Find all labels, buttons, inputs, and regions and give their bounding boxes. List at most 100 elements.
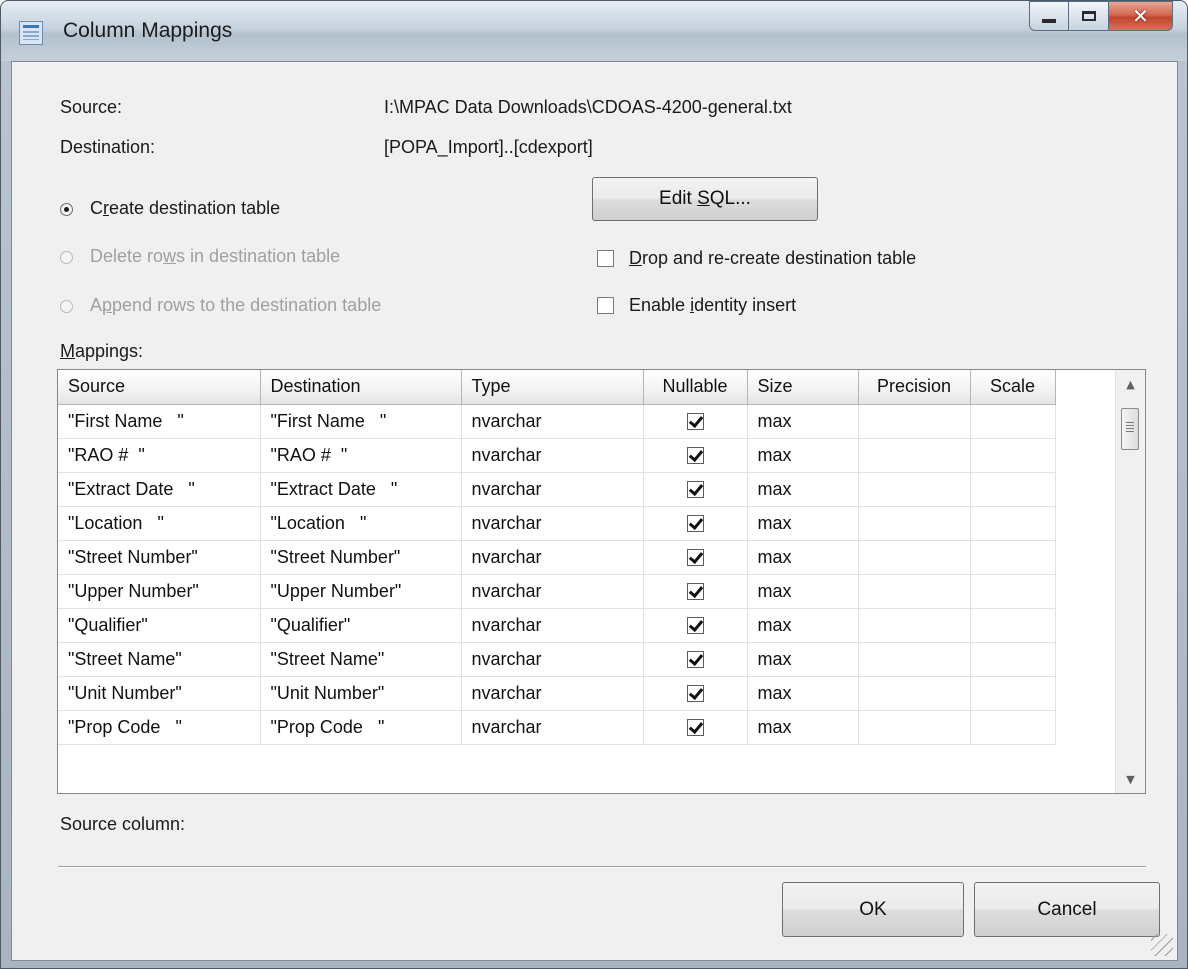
drop-recreate-option[interactable]: Drop and re-create destination table (597, 248, 1017, 274)
table-row[interactable]: "Street Name" "Street Name" nvarchar max (58, 642, 1056, 677)
resize-grip-icon[interactable] (1151, 934, 1173, 956)
cell-size[interactable]: max (747, 472, 859, 507)
cell-precision[interactable] (858, 710, 971, 745)
cell-size[interactable]: max (747, 710, 859, 745)
cell-precision[interactable] (858, 676, 971, 711)
cell-scale[interactable] (970, 506, 1056, 541)
table-row[interactable]: "Extract Date " "Extract Date " nvarchar ma… (58, 472, 1056, 507)
column-header-source[interactable]: Source (58, 370, 261, 405)
cell-type[interactable]: nvarchar (461, 506, 644, 541)
cell-scale[interactable] (970, 404, 1056, 439)
cell-destination[interactable]: "First Name " (260, 404, 462, 439)
create-table-option[interactable]: Create destination table (60, 198, 420, 224)
cell-nullable[interactable] (643, 540, 748, 575)
identity-insert-option[interactable]: Enable identity insert (597, 295, 897, 321)
cell-source[interactable]: "Upper Number" (58, 574, 261, 609)
mappings-grid[interactable]: Source Destination Type Nullable Size Pr… (57, 369, 1146, 794)
table-row[interactable]: "Unit Number" "Unit Number" nvarchar max (58, 676, 1056, 711)
cell-scale[interactable] (970, 574, 1056, 609)
nullable-checkbox[interactable] (686, 617, 704, 635)
nullable-checkbox[interactable] (686, 583, 704, 601)
cancel-button[interactable]: Cancel (974, 882, 1160, 937)
cell-scale[interactable] (970, 710, 1056, 745)
ok-button[interactable]: OK (782, 882, 964, 937)
minimize-button[interactable] (1029, 1, 1069, 31)
delete-rows-radio[interactable] (60, 251, 73, 264)
cell-type[interactable]: nvarchar (461, 710, 644, 745)
cell-nullable[interactable] (643, 676, 748, 711)
cell-size[interactable]: max (747, 608, 859, 643)
table-row[interactable]: "RAO # " "RAO # " nvarchar max (58, 438, 1056, 473)
cell-size[interactable]: max (747, 540, 859, 575)
cell-type[interactable]: nvarchar (461, 642, 644, 677)
cell-type[interactable]: nvarchar (461, 574, 644, 609)
cell-destination[interactable]: "Prop Code " (260, 710, 462, 745)
cell-scale[interactable] (970, 676, 1056, 711)
drop-recreate-checkbox[interactable] (597, 250, 614, 267)
cell-destination[interactable]: "Unit Number" (260, 676, 462, 711)
cell-nullable[interactable] (643, 608, 748, 643)
cell-scale[interactable] (970, 540, 1056, 575)
maximize-button[interactable] (1069, 1, 1109, 31)
scroll-down-icon[interactable]: ▼ (1116, 765, 1145, 793)
nullable-checkbox[interactable] (686, 549, 704, 567)
scroll-thumb[interactable] (1121, 408, 1139, 450)
table-row[interactable]: "Location " "Location " nvarchar max (58, 506, 1056, 541)
column-header-scale[interactable]: Scale (970, 370, 1056, 405)
cell-scale[interactable] (970, 608, 1056, 643)
cell-precision[interactable] (858, 404, 971, 439)
cell-nullable[interactable] (643, 642, 748, 677)
cell-source[interactable]: "Street Name" (58, 642, 261, 677)
cell-source[interactable]: "RAO # " (58, 438, 261, 473)
cell-nullable[interactable] (643, 506, 748, 541)
cell-nullable[interactable] (643, 438, 748, 473)
column-header-destination[interactable]: Destination (260, 370, 462, 405)
column-header-precision[interactable]: Precision (858, 370, 971, 405)
cell-destination[interactable]: "Street Number" (260, 540, 462, 575)
edit-sql-button[interactable]: Edit SQL... (592, 177, 818, 221)
append-rows-radio[interactable] (60, 300, 73, 313)
cell-source[interactable]: "Prop Code " (58, 710, 261, 745)
cell-size[interactable]: max (747, 506, 859, 541)
cell-size[interactable]: max (747, 438, 859, 473)
column-header-type[interactable]: Type (461, 370, 644, 405)
nullable-checkbox[interactable] (686, 719, 704, 737)
cell-type[interactable]: nvarchar (461, 540, 644, 575)
cell-type[interactable]: nvarchar (461, 472, 644, 507)
close-button[interactable]: ✕ (1109, 1, 1173, 31)
cell-type[interactable]: nvarchar (461, 438, 644, 473)
delete-rows-option[interactable]: Delete rows in destination table (60, 246, 420, 272)
column-header-size[interactable]: Size (747, 370, 859, 405)
cell-size[interactable]: max (747, 404, 859, 439)
append-rows-option[interactable]: Append rows to the destination table (60, 295, 480, 321)
nullable-checkbox[interactable] (686, 413, 704, 431)
cell-size[interactable]: max (747, 642, 859, 677)
cell-type[interactable]: nvarchar (461, 404, 644, 439)
nullable-checkbox[interactable] (686, 447, 704, 465)
scroll-up-icon[interactable]: ▲ (1116, 370, 1145, 398)
identity-insert-checkbox[interactable] (597, 297, 614, 314)
cell-precision[interactable] (858, 642, 971, 677)
cell-source[interactable]: "Street Number" (58, 540, 261, 575)
table-row[interactable]: "Street Number" "Street Number" nvarchar ma… (58, 540, 1056, 575)
nullable-checkbox[interactable] (686, 515, 704, 533)
cell-destination[interactable]: "Street Name" (260, 642, 462, 677)
cell-precision[interactable] (858, 574, 971, 609)
cell-nullable[interactable] (643, 574, 748, 609)
cell-precision[interactable] (858, 472, 971, 507)
cell-nullable[interactable] (643, 404, 748, 439)
cell-source[interactable]: "Unit Number" (58, 676, 261, 711)
cell-scale[interactable] (970, 642, 1056, 677)
table-row[interactable]: "Qualifier" "Qualifier" nvarchar max (58, 608, 1056, 643)
cell-nullable[interactable] (643, 472, 748, 507)
cell-source[interactable]: "First Name " (58, 404, 261, 439)
table-row[interactable]: "Prop Code " "Prop Code " nvarchar max (58, 710, 1056, 745)
cell-scale[interactable] (970, 438, 1056, 473)
nullable-checkbox[interactable] (686, 481, 704, 499)
cell-destination[interactable]: "Location " (260, 506, 462, 541)
cell-precision[interactable] (858, 506, 971, 541)
cell-precision[interactable] (858, 540, 971, 575)
cell-size[interactable]: max (747, 574, 859, 609)
cell-nullable[interactable] (643, 710, 748, 745)
title-bar[interactable]: Column Mappings ✕ (1, 1, 1187, 61)
